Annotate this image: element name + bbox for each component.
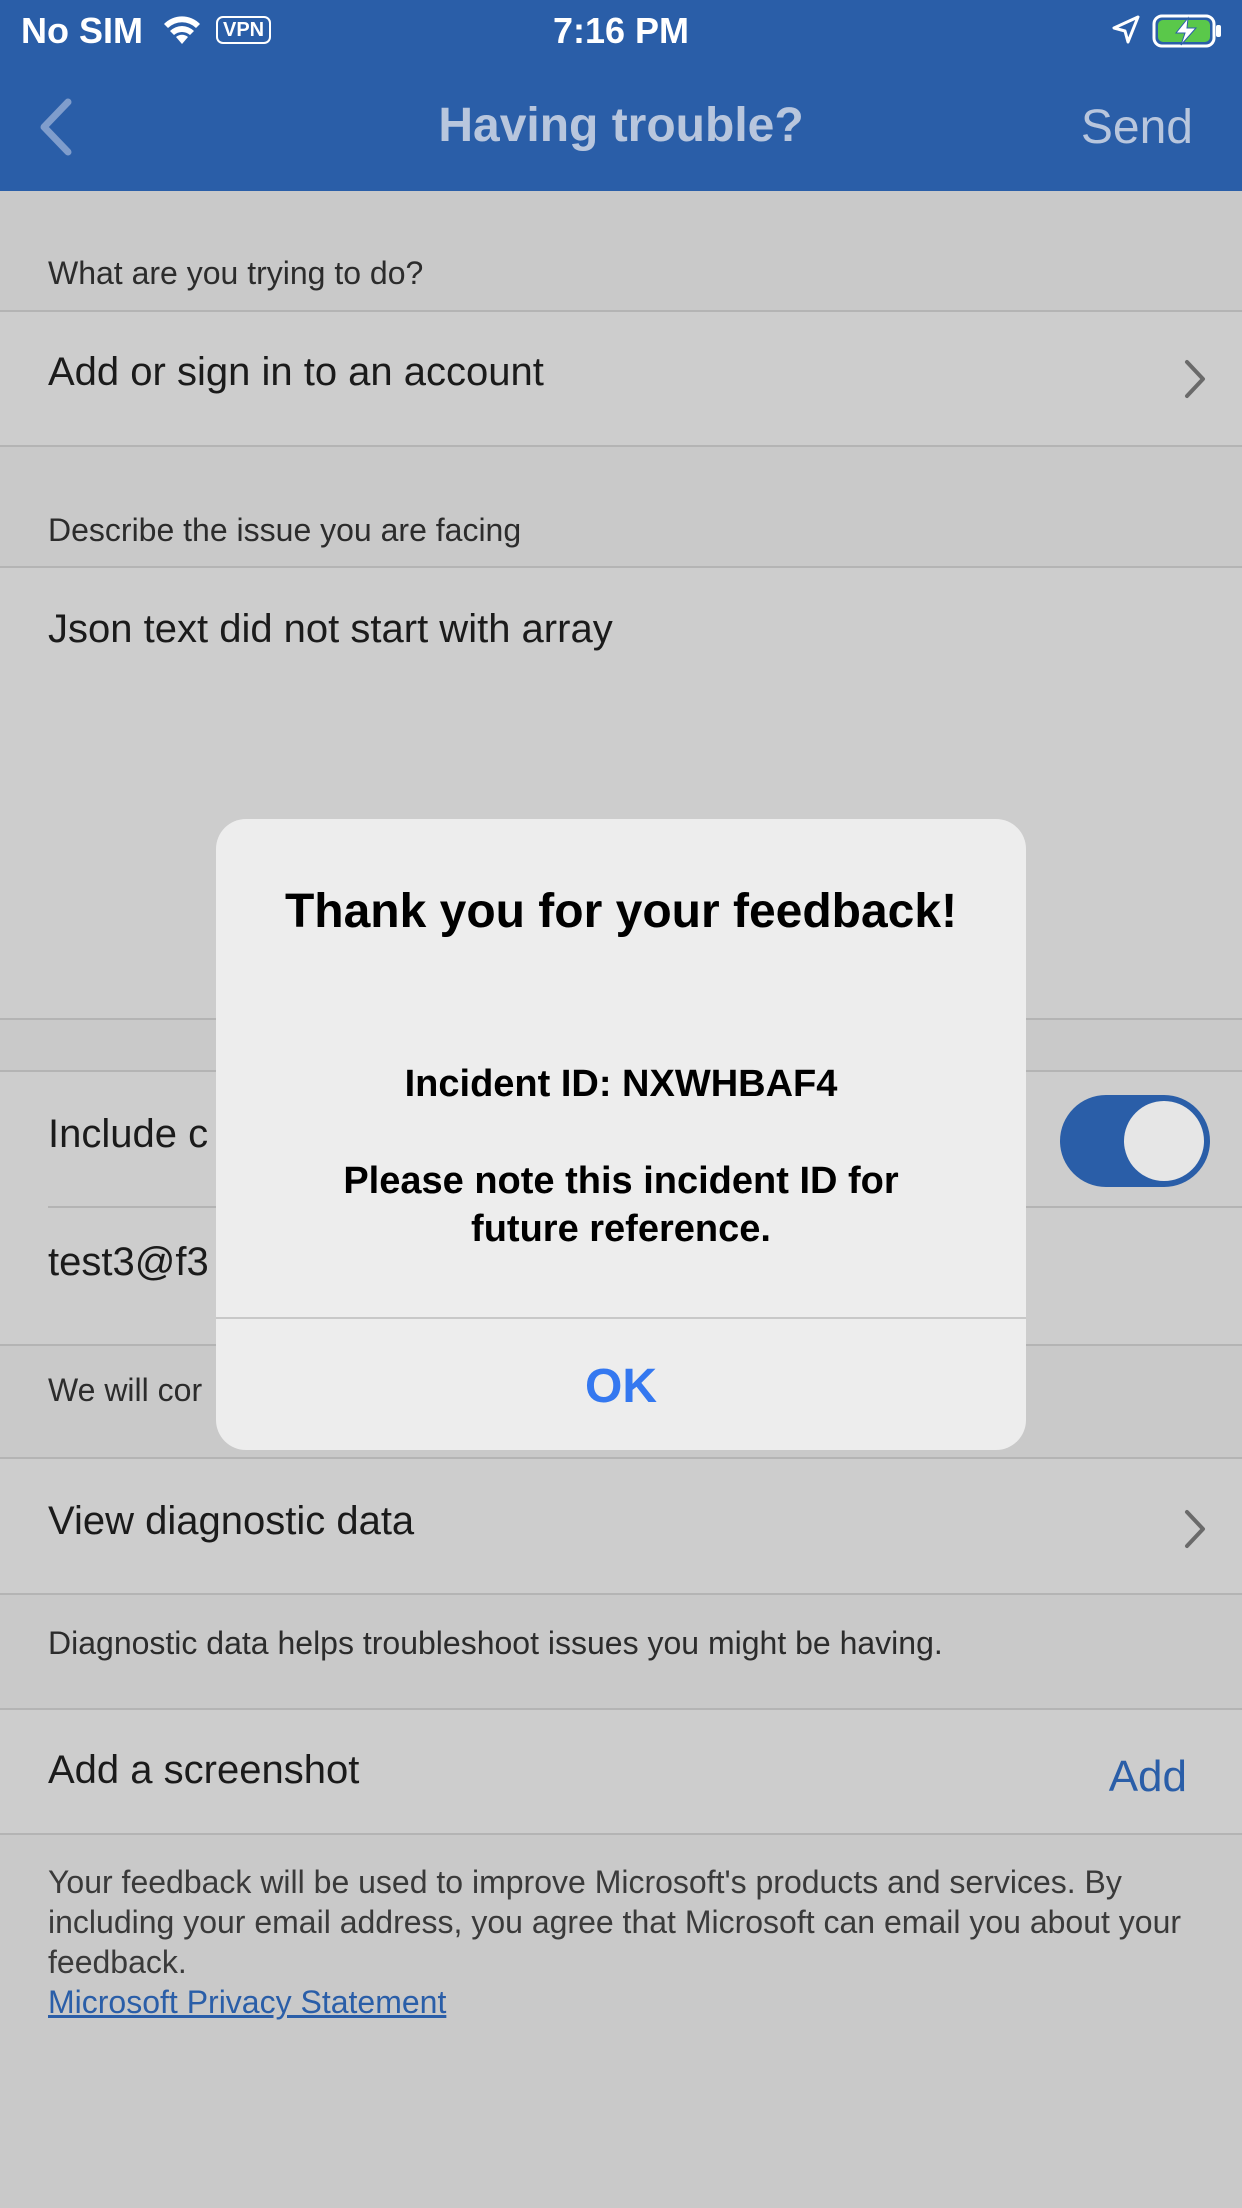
screenshot-row: Add a screenshot	[0, 1710, 1242, 1833]
footer-body: Your feedback will be used to improve Mi…	[48, 1864, 1182, 1980]
include-contact-toggle[interactable]	[1060, 1095, 1210, 1187]
chevron-right-icon	[1185, 360, 1205, 398]
status-bar: No SIM VPN 7:16 PM	[0, 0, 1242, 62]
clock: 7:16 PM	[552, 10, 690, 51]
trying-to-do-value: Add or sign in to an account	[48, 350, 544, 394]
dialog-title: Thank you for your feedback!	[284, 885, 958, 938]
location-arrow-icon	[1112, 15, 1140, 44]
screenshot-label: Add a screenshot	[48, 1748, 360, 1792]
trying-to-do-label: What are you trying to do?	[48, 255, 424, 291]
describe-label: Describe the issue you are facing	[48, 512, 522, 548]
divider	[0, 1593, 1242, 1595]
email-field[interactable]: test3@f3	[48, 1240, 209, 1285]
send-button[interactable]: Send	[1081, 100, 1193, 155]
chevron-right-icon	[1185, 1510, 1205, 1548]
diagnostic-note: Diagnostic data helps troubleshoot issue…	[48, 1625, 943, 1661]
add-screenshot-button[interactable]: Add	[1109, 1752, 1187, 1802]
contact-note: We will cor	[48, 1372, 203, 1408]
toggle-knob	[1124, 1101, 1204, 1181]
ok-button[interactable]: OK	[216, 1359, 1026, 1414]
trying-to-do-row[interactable]: Add or sign in to an account	[0, 312, 1242, 445]
feedback-dialog: Thank you for your feedback! Incident ID…	[216, 819, 1026, 1450]
battery-charging-icon	[1152, 14, 1221, 48]
include-contact-label: Include c	[48, 1112, 209, 1156]
divider	[0, 1833, 1242, 1835]
describe-value: Json text did not start with array	[48, 607, 613, 651]
top-bar: No SIM VPN 7:16 PM Having trouble? Send	[0, 0, 1242, 191]
incident-id: Incident ID: NXWHBAF4	[404, 1063, 838, 1105]
privacy-link[interactable]: Microsoft Privacy Statement	[48, 1982, 1208, 2022]
view-diagnostic-row[interactable]: View diagnostic data	[0, 1459, 1242, 1593]
footer-text: Your feedback will be used to improve Mi…	[48, 1862, 1208, 2022]
view-diagnostic-label: View diagnostic data	[48, 1499, 415, 1543]
page-title: Having trouble?	[438, 99, 804, 152]
divider	[0, 445, 1242, 447]
dialog-note: Please note this incident ID for future …	[343, 1160, 899, 1250]
nav-bar: Having trouble? Send	[0, 62, 1242, 191]
dialog-divider	[216, 1317, 1026, 1319]
